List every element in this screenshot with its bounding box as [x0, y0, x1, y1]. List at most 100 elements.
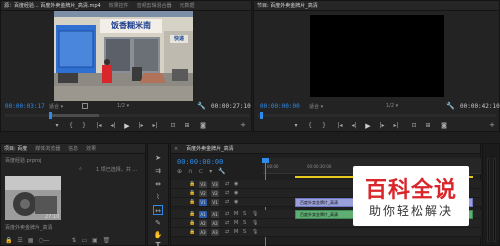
pen-tool-icon[interactable]: ✎	[153, 218, 163, 228]
mark-out-button[interactable]: }	[80, 122, 88, 130]
program-add-button[interactable]: +	[488, 121, 496, 129]
tab-project[interactable]: 项目: 百度	[1, 144, 30, 153]
step-forward-button[interactable]: |▸	[137, 122, 145, 130]
export-frame-camera-icon[interactable]: ◙	[199, 122, 207, 130]
program-step-back-button[interactable]: ◂|	[350, 122, 358, 130]
program-step-forward-button[interactable]: |▸	[378, 122, 386, 130]
add-marker-button[interactable]: ▾	[53, 122, 61, 130]
track-select-tool-icon[interactable]: ⇉	[153, 166, 163, 176]
go-to-out-button[interactable]: ▸|	[151, 122, 159, 130]
mute-icon[interactable]: M	[234, 211, 238, 218]
timeline-close-icon[interactable]: ×	[171, 144, 181, 153]
sync-lock-icon[interactable]: ⇄	[225, 190, 229, 197]
play-button[interactable]: ▶	[123, 122, 131, 130]
timeline-playhead-head[interactable]	[262, 158, 269, 163]
sort-icon[interactable]: ⇅	[71, 237, 76, 244]
program-mark-out-button[interactable]: }	[320, 122, 328, 130]
mic-icon[interactable]: 🎙	[252, 220, 258, 227]
eye-icon[interactable]: ◉	[234, 199, 238, 206]
mute-icon[interactable]: M	[234, 220, 238, 227]
track-lock-icon[interactable]: 🔒	[189, 211, 195, 218]
track-header-a3[interactable]: 🔒 A3 A3 ⇄ M S 🎙	[171, 228, 481, 237]
type-tool-icon[interactable]: T	[153, 240, 163, 246]
eye-icon[interactable]: ◉	[234, 190, 238, 197]
mark-in-button[interactable]: {	[67, 122, 75, 130]
new-item-icon[interactable]: ▣	[92, 237, 98, 244]
sync-lock-icon[interactable]: ⇄	[225, 199, 229, 206]
program-fit-dropdown[interactable]: 适合 ▾	[309, 103, 323, 110]
program-mark-in-button[interactable]: {	[306, 122, 314, 130]
program-wrench-icon[interactable]: 🔧	[446, 102, 455, 110]
source-wrench-icon[interactable]: 🔧	[197, 102, 206, 110]
nest-icon[interactable]: ⊕	[177, 168, 182, 175]
timeline-settings-icon[interactable]: 🔧	[218, 168, 225, 175]
add-marker-icon[interactable]: ▾	[209, 168, 212, 175]
program-go-to-out-button[interactable]: ▸|	[392, 122, 400, 130]
mute-icon[interactable]: M	[234, 229, 238, 236]
tab-audio-clip-mixer[interactable]: 音频剪辑混合器	[134, 1, 175, 10]
source-marker-icon[interactable]	[82, 103, 88, 109]
linked-selection-icon[interactable]: ⊂	[198, 168, 203, 175]
step-back-button[interactable]: ◂|	[109, 122, 117, 130]
insert-button[interactable]: ⊡	[169, 122, 177, 130]
sync-lock-icon[interactable]: ⇄	[225, 229, 229, 236]
eye-icon[interactable]: ◉	[234, 181, 238, 188]
track-source-patch[interactable]: A2	[199, 220, 207, 227]
overwrite-button[interactable]: ⊞	[183, 122, 191, 130]
track-source-patch[interactable]: V2	[199, 190, 207, 197]
slip-tool-icon[interactable]: ↔	[153, 205, 163, 215]
track-lock-icon[interactable]: 🔒	[189, 181, 195, 188]
program-go-to-in-button[interactable]: |◂	[336, 122, 344, 130]
mic-icon[interactable]: 🎙	[252, 229, 258, 236]
tab-effects[interactable]: 效果	[83, 144, 99, 153]
track-lock-icon[interactable]: 🔒	[189, 190, 195, 197]
source-ratio-dropdown[interactable]: 1/2 ▾	[117, 103, 129, 109]
razor-tool-icon[interactable]: ⌇	[153, 192, 163, 202]
program-ratio-dropdown[interactable]: 1/2 ▾	[386, 103, 398, 109]
program-playhead[interactable]	[260, 112, 263, 119]
mic-icon[interactable]: 🎙	[252, 211, 258, 218]
source-add-button[interactable]: +	[239, 121, 247, 129]
trash-icon[interactable]: 🗑	[103, 237, 111, 244]
new-bin-icon[interactable]: ▭	[81, 237, 87, 244]
tab-sequence[interactable]: 百度外卖金牌片_高清	[183, 144, 237, 153]
solo-icon[interactable]: S	[243, 229, 246, 236]
track-source-patch[interactable]: A3	[199, 229, 207, 236]
timeline-timecode[interactable]: 00:00:00:00	[177, 158, 223, 166]
list-view-icon[interactable]: ☰	[17, 237, 22, 244]
icon-view-icon[interactable]: ▦	[28, 237, 34, 244]
tab-metadata[interactable]: 元数据	[177, 1, 198, 10]
sync-lock-icon[interactable]: ⇄	[225, 220, 229, 227]
selection-tool-icon[interactable]: ➤	[153, 153, 163, 163]
project-search-icon[interactable]: ⌕	[79, 166, 82, 172]
zoom-slider[interactable]: ○—	[38, 237, 49, 244]
lock-icon[interactable]: 🔒	[5, 237, 12, 244]
program-current-timecode[interactable]: 00:00:00:00	[260, 103, 300, 110]
tab-program[interactable]: 节目: 百度外卖金牌片_高清	[254, 1, 321, 10]
track-source-patch[interactable]: V1	[199, 199, 207, 206]
source-fit-dropdown[interactable]: 适合 ▾	[49, 103, 63, 110]
program-play-button[interactable]: ▶	[364, 122, 372, 130]
snap-icon[interactable]: ∩	[188, 168, 192, 175]
program-export-frame-camera-icon[interactable]: ◙	[440, 122, 448, 130]
track-lock-icon[interactable]: 🔒	[189, 229, 195, 236]
sync-lock-icon[interactable]: ⇄	[225, 181, 229, 188]
tab-source[interactable]: 源：百度经验... 百度外卖金牌片_高清.mp4	[1, 1, 104, 10]
sync-lock-icon[interactable]: ⇄	[225, 211, 229, 218]
track-lock-icon[interactable]: 🔒	[189, 199, 195, 206]
hand-tool-icon[interactable]: ✋	[153, 230, 163, 240]
lift-button[interactable]: ⊡	[410, 122, 418, 130]
go-to-in-button[interactable]: |◂	[95, 122, 103, 130]
program-add-marker-button[interactable]: ▾	[292, 122, 300, 130]
solo-icon[interactable]: S	[243, 220, 246, 227]
source-scrubber[interactable]	[5, 112, 249, 119]
tab-info[interactable]: 信息	[65, 144, 81, 153]
extract-button[interactable]: ⊞	[424, 122, 432, 130]
ripple-edit-tool-icon[interactable]: ⇹	[153, 179, 163, 189]
tab-effect-controls[interactable]: 效果控件	[106, 1, 132, 10]
track-lock-icon[interactable]: 🔒	[189, 220, 195, 227]
track-source-patch[interactable]: V3	[199, 181, 207, 188]
program-scrubber[interactable]	[258, 112, 496, 119]
source-current-timecode[interactable]: 00:00:03:17	[5, 103, 45, 110]
source-playhead[interactable]	[49, 112, 52, 119]
